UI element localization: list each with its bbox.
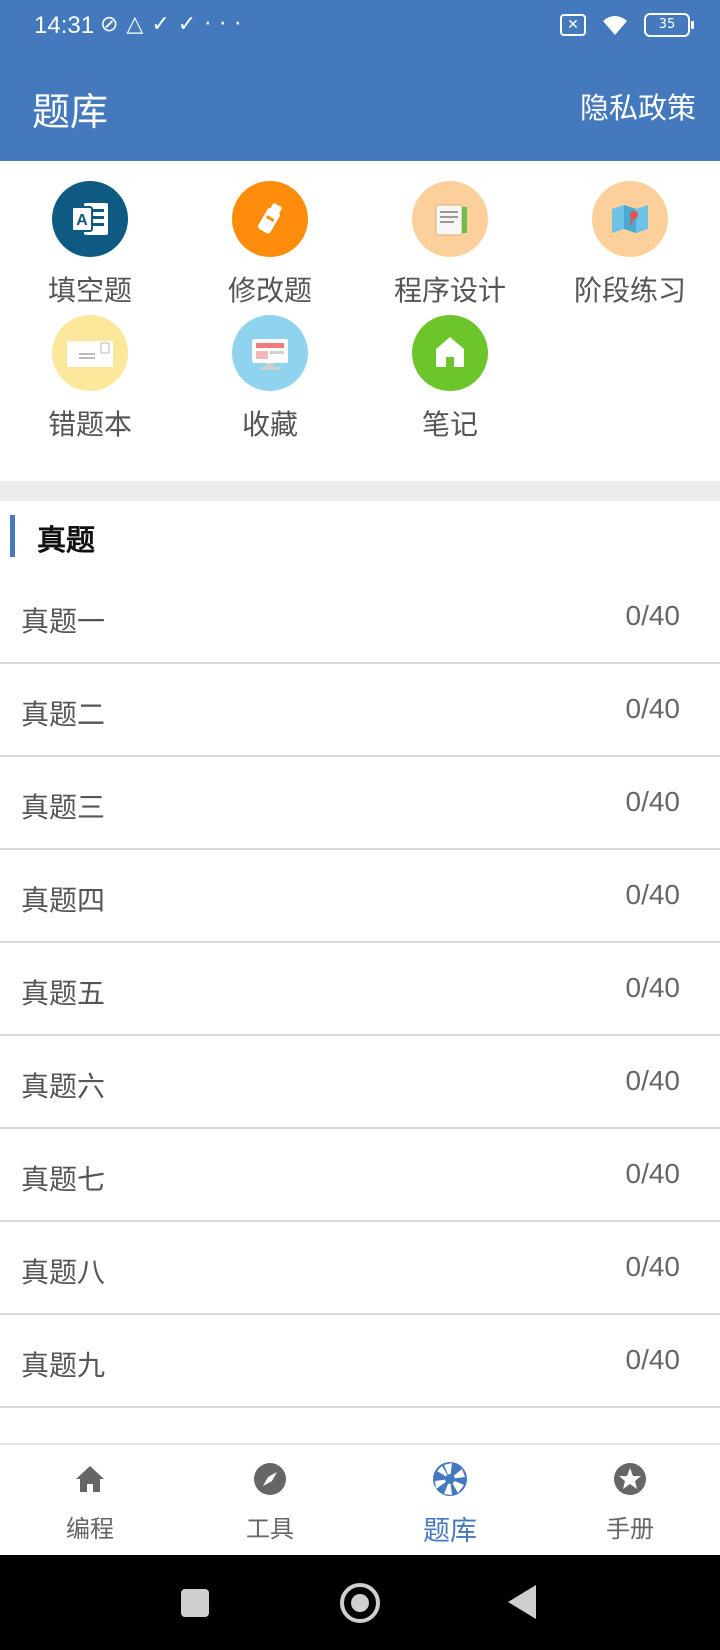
exam-name: 真题九 (21, 1349, 106, 1382)
exam-score: 0/40 (625, 1065, 681, 1096)
notification-icons: ⊘△✓✓··· (100, 12, 250, 37)
shortcut-label: 修改题 (227, 274, 312, 307)
shortcut-program-design[interactable]: 程序设计 (360, 181, 540, 309)
list-item[interactable]: 真题四 0/40 (0, 850, 720, 943)
shortcut-label: 错题本 (47, 408, 132, 441)
shortcut-fill-blank[interactable]: A 填空题 (0, 181, 180, 309)
list-item[interactable]: 真题六 0/40 (0, 1036, 720, 1129)
shortcut-label: 收藏 (241, 408, 298, 441)
tab-label: 手册 (606, 1515, 654, 1543)
shortcut-notes[interactable]: 笔记 (360, 315, 540, 443)
exam-score: 0/40 (625, 879, 681, 910)
page-title: 题库 (32, 90, 109, 134)
app-bar: 题库 隐私政策 (0, 55, 720, 161)
exam-name: 真题八 (21, 1256, 106, 1289)
list-item[interactable]: 真题三 0/40 (0, 757, 720, 850)
shortcut-label: 阶段练习 (573, 274, 686, 307)
shortcut-label: 笔记 (421, 408, 478, 441)
wifi-icon (603, 16, 627, 35)
exam-name: 真题二 (21, 698, 106, 731)
section-divider (0, 481, 720, 501)
tab-programming[interactable]: 编程 (0, 1445, 180, 1557)
tab-label: 题库 (423, 1516, 477, 1547)
list-item[interactable]: 真题二 0/40 (0, 664, 720, 757)
section-header: 真题 (0, 501, 720, 571)
tab-manual[interactable]: 手册 (540, 1445, 720, 1557)
privacy-policy-link[interactable]: 隐私政策 (580, 85, 696, 127)
home-button[interactable] (340, 1583, 380, 1623)
exam-score: 0/40 (625, 693, 681, 724)
bottle-icon (232, 181, 308, 257)
exam-score: 0/40 (625, 786, 681, 817)
list-item[interactable]: 真题八 0/40 (0, 1222, 720, 1315)
recents-button[interactable] (181, 1589, 209, 1617)
exam-score: 0/40 (625, 600, 681, 631)
map-icon (592, 181, 668, 257)
exam-score: 0/40 (625, 1251, 681, 1282)
shortcut-modify[interactable]: 修改题 (180, 181, 360, 309)
envelope-icon (52, 315, 128, 391)
status-bar: 14:31 ⊘△✓✓··· ✕ 35 (0, 0, 720, 55)
word-doc-icon: A (52, 181, 128, 257)
exam-name: 真题六 (21, 1070, 106, 1103)
compass-icon (254, 1463, 286, 1495)
system-nav-bar (0, 1555, 720, 1650)
shortcut-label: 填空题 (47, 274, 132, 307)
house-icon (412, 315, 488, 391)
section-accent-bar (10, 515, 15, 557)
monitor-icon (232, 315, 308, 391)
exam-name: 真题一 (21, 605, 106, 638)
shortcut-grid: A 填空题 修改题 程序设计 阶段练习 错题本 收藏 笔记 (0, 161, 720, 481)
shortcut-favorites[interactable]: 收藏 (180, 315, 360, 443)
exam-score: 0/40 (625, 1344, 681, 1375)
svg-text:A: A (76, 212, 88, 229)
list-item[interactable]: 真题七 0/40 (0, 1129, 720, 1222)
tab-label: 编程 (66, 1515, 114, 1543)
shortcut-wrong-book[interactable]: 错题本 (0, 315, 180, 443)
exam-name: 真题四 (21, 884, 106, 917)
status-right-icons: ✕ 35 (560, 13, 694, 37)
notebook-icon (412, 181, 488, 257)
section-title: 真题 (37, 523, 96, 557)
list-item[interactable]: 真题一 0/40 (0, 571, 720, 664)
list-item[interactable]: 真题五 0/40 (0, 943, 720, 1036)
exam-name: 真题五 (21, 977, 106, 1010)
shortcut-label: 程序设计 (393, 274, 506, 307)
exam-score: 0/40 (625, 972, 681, 1003)
exam-score: 0/40 (625, 1158, 681, 1189)
list-item[interactable]: 真题九 0/40 (0, 1315, 720, 1408)
star-badge-icon (614, 1463, 646, 1495)
aperture-icon (433, 1462, 467, 1496)
battery-icon: 35 (644, 13, 694, 37)
sim-off-icon: ✕ (560, 14, 586, 36)
tab-tools[interactable]: 工具 (180, 1445, 360, 1557)
bottom-tab-bar: 编程 工具 题库 手册 (0, 1443, 720, 1557)
tab-question-bank[interactable]: 题库 (360, 1445, 540, 1557)
exam-list: 真题一 0/40 真题二 0/40 真题三 0/40 真题四 0/40 真题五 … (0, 571, 720, 1452)
exam-name: 真题七 (21, 1163, 106, 1196)
tab-label: 工具 (246, 1515, 294, 1543)
home-icon (76, 1466, 104, 1492)
exam-name: 真题三 (21, 791, 106, 824)
status-time: 14:31 (34, 12, 95, 39)
shortcut-stage-practice[interactable]: 阶段练习 (540, 181, 720, 309)
back-button[interactable] (508, 1585, 536, 1619)
